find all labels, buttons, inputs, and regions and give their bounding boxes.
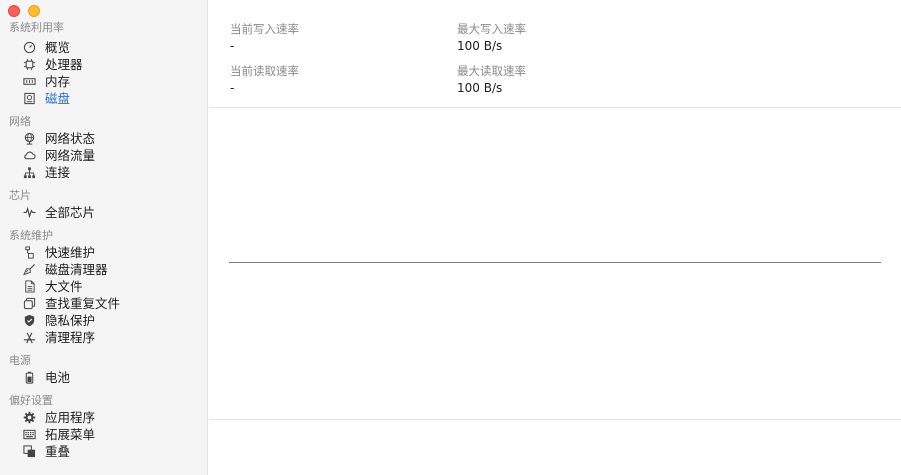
sidebar-item-label: 连接 [45, 165, 71, 180]
sidebar-item-overlap[interactable]: 重叠 [22, 443, 70, 460]
sidebar-item-privacy[interactable]: 隐私保护 [22, 312, 95, 329]
document-icon [22, 280, 36, 294]
window-controls [8, 5, 40, 17]
current-write-rate-label: 当前写入速率 [230, 22, 299, 36]
sidebar-item-app-cleaner[interactable]: 清理程序 [22, 329, 95, 346]
memory-icon [22, 75, 36, 89]
group-title-maintenance: 系统维护 [9, 229, 53, 242]
app-window: 系统利用率 概览 处理器 内存 磁盘 网络 网络状态 网络流量 连接 芯片 全部… [0, 0, 901, 475]
group-title-power: 电源 [9, 354, 31, 367]
main-panel: 当前写入速率 - 最大写入速率 100 B/s 当前读取速率 - 最大读取速率 … [209, 0, 901, 475]
globe-icon [22, 132, 36, 146]
sidebar-item-label: 清理程序 [45, 330, 96, 345]
keyboard-icon [22, 428, 36, 442]
sidebar-item-label: 处理器 [45, 57, 83, 72]
max-write-rate-label: 最大写入速率 [457, 22, 526, 36]
sidebar-item-all-chips[interactable]: 全部芯片 [22, 204, 95, 221]
current-read-rate-value: - [230, 81, 235, 95]
app-store-icon [22, 331, 36, 345]
gauge-icon [22, 41, 36, 55]
cpu-chip-icon [22, 58, 36, 72]
sidebar-item-disk[interactable]: 磁盘 [22, 90, 70, 107]
disk-icon [22, 92, 36, 106]
shield-icon [22, 314, 36, 328]
sidebar-item-label: 拓展菜单 [45, 427, 96, 442]
group-title-chips: 芯片 [9, 189, 31, 202]
sidebar-item-label: 内存 [45, 74, 71, 89]
sidebar-item-label: 重叠 [45, 444, 71, 459]
sidebar: 系统利用率 概览 处理器 内存 磁盘 网络 网络状态 网络流量 连接 芯片 全部… [0, 0, 208, 475]
sidebar-item-label: 隐私保护 [45, 313, 96, 328]
sidebar-item-battery[interactable]: 电池 [22, 369, 70, 386]
group-title-system-usage: 系统利用率 [9, 21, 64, 34]
sidebar-item-label: 全部芯片 [45, 205, 96, 220]
battery-icon [22, 371, 36, 385]
sidebar-item-network-status[interactable]: 网络状态 [22, 130, 95, 147]
max-read-rate-label: 最大读取速率 [457, 64, 526, 78]
disk-activity-chart [209, 109, 901, 419]
max-write-rate-value: 100 B/s [457, 39, 503, 53]
cloud-icon [22, 149, 36, 163]
minimize-window-button[interactable] [28, 5, 40, 17]
sidebar-item-application[interactable]: 应用程序 [22, 409, 95, 426]
close-window-button[interactable] [8, 5, 20, 17]
tools-icon [22, 246, 36, 260]
waveform-icon [22, 206, 36, 220]
sidebar-item-quick-maintenance[interactable]: 快速维护 [22, 244, 95, 261]
sidebar-item-cpu[interactable]: 处理器 [22, 56, 83, 73]
group-title-preferences: 偏好设置 [9, 394, 53, 407]
sidebar-item-label: 查找重复文件 [45, 296, 121, 311]
sidebar-item-label: 快速维护 [45, 245, 96, 260]
sidebar-item-label: 大文件 [45, 279, 83, 294]
current-write-rate-value: - [230, 39, 235, 53]
current-read-rate-label: 当前读取速率 [230, 64, 299, 78]
group-title-network: 网络 [9, 115, 31, 128]
sidebar-item-label: 电池 [45, 370, 71, 385]
duplicate-icon [22, 297, 36, 311]
sidebar-item-extension-menu[interactable]: 拓展菜单 [22, 426, 95, 443]
sidebar-item-label: 网络流量 [45, 148, 96, 163]
network-tree-icon [22, 166, 36, 180]
sidebar-item-connections[interactable]: 连接 [22, 164, 70, 181]
disk-stats-panel: 当前写入速率 - 最大写入速率 100 B/s 当前读取速率 - 最大读取速率 … [209, 0, 901, 108]
sidebar-item-disk-cleaner[interactable]: 磁盘清理器 [22, 261, 108, 278]
sidebar-item-memory[interactable]: 内存 [22, 73, 70, 90]
sidebar-item-label: 应用程序 [45, 410, 96, 425]
overlap-icon [22, 445, 36, 459]
sidebar-item-overview[interactable]: 概览 [22, 39, 70, 56]
gear-icon [22, 411, 36, 425]
footer-area [209, 419, 901, 475]
sidebar-item-duplicate-finder[interactable]: 查找重复文件 [22, 295, 120, 312]
sidebar-item-label: 磁盘 [45, 91, 71, 106]
sidebar-item-label: 概览 [45, 40, 71, 55]
sidebar-item-network-traffic[interactable]: 网络流量 [22, 147, 95, 164]
sidebar-item-label: 磁盘清理器 [45, 262, 108, 277]
chart-baseline [229, 262, 881, 263]
sidebar-item-label: 网络状态 [45, 131, 96, 146]
max-read-rate-value: 100 B/s [457, 81, 503, 95]
sidebar-item-large-files[interactable]: 大文件 [22, 278, 83, 295]
broom-icon [22, 263, 36, 277]
